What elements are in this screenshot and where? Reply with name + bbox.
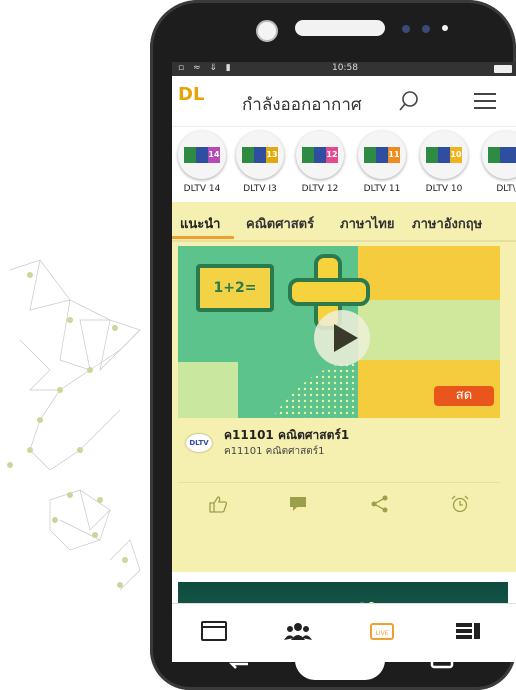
category-tabs: แนะนำ คณิตศาสตร์ ภาษาไทย ภาษาอังกฤษ xyxy=(172,202,516,242)
thumbnail-bg xyxy=(178,362,238,418)
channel-item-dltv13[interactable]: 13 DLTV I3 xyxy=(232,131,288,194)
channel-item-dltv10[interactable]: 10 DLTV 10 xyxy=(416,131,472,194)
play-button[interactable] xyxy=(314,310,370,366)
channel-badge: 12 xyxy=(302,147,338,163)
tab-recommended[interactable]: แนะนำ xyxy=(180,213,220,234)
map-decoration xyxy=(7,259,141,591)
channel-number: 10 xyxy=(450,147,462,163)
channel-name: DLTV I3 xyxy=(243,184,277,194)
sensor xyxy=(442,25,448,31)
channel-name: DLTV 12 xyxy=(301,184,339,194)
thumbnail-bg xyxy=(358,246,500,300)
channel-number: 14 xyxy=(208,147,220,163)
math-sign: 1+2= xyxy=(196,264,274,312)
live-badge: สด xyxy=(434,386,494,406)
share-icon[interactable] xyxy=(370,495,390,513)
dots-pattern xyxy=(272,362,358,418)
sensor xyxy=(402,25,410,33)
channel-item-dltv14[interactable]: 14 DLTV 14 xyxy=(174,131,230,194)
app-logo[interactable]: DL xyxy=(178,84,212,118)
tab-english[interactable]: ภาษาอังกฤษ xyxy=(412,213,482,234)
menu-icon[interactable] xyxy=(474,93,496,109)
app-bar: DL กำลังออกอากาศ xyxy=(172,76,516,126)
channel-item-dltv11[interactable]: 11 DLTV 11 xyxy=(354,131,410,194)
channel-item-dltv-partial[interactable]: DLT\ xyxy=(478,131,516,194)
channel-number: 12 xyxy=(326,147,338,163)
channel-logo: 14 xyxy=(178,131,226,179)
phone-screen: ▫ ≈ ⇓ ▮ 10:58 DL กำลังออกอากาศ 14 DLTV 1… xyxy=(172,62,516,662)
tab-math[interactable]: คณิตศาสตร์ xyxy=(246,213,314,234)
status-bar: ▫ ≈ ⇓ ▮ 10:58 xyxy=(172,62,516,76)
tab-thai[interactable]: ภาษาไทย xyxy=(340,213,394,234)
channel-logo: 10 xyxy=(420,131,468,179)
like-icon[interactable] xyxy=(208,495,228,513)
channel-logo: 12 xyxy=(296,131,344,179)
channel-logo xyxy=(482,131,516,179)
sensor xyxy=(422,25,430,33)
video-subtitle: ค11101 คณิตศาสตร์1 xyxy=(224,446,325,457)
recent-apps-icon[interactable] xyxy=(430,650,454,670)
alarm-icon[interactable] xyxy=(450,495,470,513)
home-button[interactable] xyxy=(295,640,385,680)
channel-badge: 10 xyxy=(426,147,462,163)
video-info[interactable]: DLTV ค11101 คณิตศาสตร์1 ค11101 คณิตศาสตร… xyxy=(178,424,500,468)
phone-top-bezel xyxy=(150,0,516,60)
front-camera xyxy=(256,20,278,42)
video-title: ค11101 คณิตศาสตร์1 xyxy=(224,428,350,442)
status-time: 10:58 xyxy=(332,63,358,73)
video-thumbnail[interactable]: 1+2= สด xyxy=(178,246,500,418)
channel-badge: 11 xyxy=(364,147,400,163)
active-tab-indicator xyxy=(172,236,234,239)
channel-number: 13 xyxy=(266,147,278,163)
phone-frame: ▫ ≈ ⇓ ▮ 10:58 DL กำลังออกอากาศ 14 DLTV 1… xyxy=(150,0,516,690)
channel-name: DLTV 10 xyxy=(425,184,463,194)
phone-bottom-bezel xyxy=(150,630,516,690)
video-actions xyxy=(178,482,500,523)
channel-logo: 11 xyxy=(358,131,406,179)
channel-badge: 13 xyxy=(242,147,278,163)
channel-name: DLT\ xyxy=(496,184,516,194)
search-icon[interactable] xyxy=(398,90,420,112)
channel-number xyxy=(512,147,516,163)
logo-text: DL xyxy=(178,84,205,105)
channel-logo: 13 xyxy=(236,131,284,179)
battery-icon xyxy=(494,65,512,73)
channel-list: 14 DLTV 14 13 DLTV I3 12 DLTV 12 11 DLTV… xyxy=(172,126,516,204)
channel-number: 11 xyxy=(388,147,400,163)
plus-sign xyxy=(318,282,338,302)
back-icon[interactable] xyxy=(226,650,252,670)
channel-name: DLTV 11 xyxy=(363,184,401,194)
channel-item-dltv12[interactable]: 12 DLTV 12 xyxy=(292,131,348,194)
comment-icon[interactable] xyxy=(288,495,308,513)
channel-logo-small: DLTV xyxy=(186,434,212,452)
channel-badge xyxy=(488,147,516,163)
channel-badge: 14 xyxy=(184,147,220,163)
page-title: กำลังออกอากาศ xyxy=(242,95,362,115)
thumbnail-bg xyxy=(358,300,500,360)
video-card-area: แนะนำ คณิตศาสตร์ ภาษาไทย ภาษาอังกฤษ 1+2= xyxy=(172,202,516,572)
channel-name: DLTV 14 xyxy=(183,184,221,194)
earpiece-speaker xyxy=(295,20,385,36)
play-icon xyxy=(334,324,358,352)
